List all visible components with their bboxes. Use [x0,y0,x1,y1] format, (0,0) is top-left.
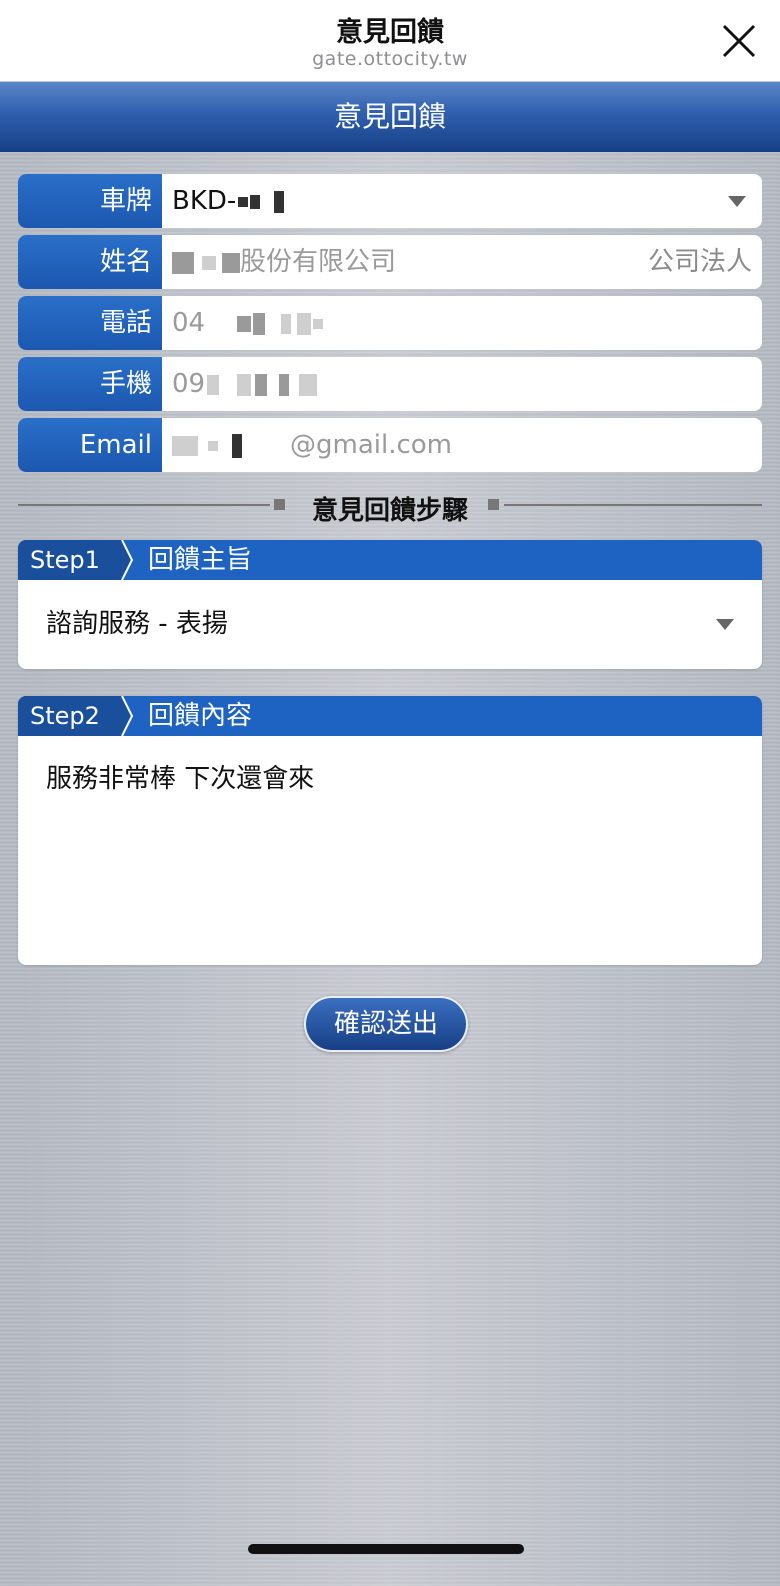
redacted-mosaic [299,373,318,396]
phone-row[interactable]: 電話 04 [18,296,762,350]
feedback-content: 服務非常棒 下次還會來 [46,764,315,794]
home-indicator[interactable] [248,1544,524,1554]
email-row[interactable]: Email @gmail.com [18,418,762,472]
redacted-mosaic [281,313,292,334]
subject-select[interactable]: 諮詢服務 - 表揚 [18,580,762,669]
mobile-field[interactable]: 09 [162,357,762,411]
dropdown-caret-icon [728,196,746,207]
phone-label: 電話 [18,296,162,350]
name-type-tag: 公司法人 [647,247,752,277]
mobile-row[interactable]: 手機 09 [18,357,762,411]
browser-url: gate.ottocity.tw [312,48,468,70]
close-icon[interactable] [720,22,758,60]
chevron-right-icon [114,696,134,736]
name-row[interactable]: 姓名 股份有限公司 公司法人 [18,235,762,289]
step2-header: Step2 回饋內容 [18,696,762,736]
redacted-mosaic [297,312,312,335]
redacted-mosaic [207,374,220,395]
step1-card: Step1 回饋主旨 諮詢服務 - 表揚 [18,540,762,669]
plate-value: BKD- [172,186,237,216]
redacted-mosaic [172,251,194,274]
name-value: 股份有限公司 [240,247,397,277]
plate-select[interactable]: BKD- [162,174,762,228]
phone-value: 04 [172,308,206,338]
redacted-mosaic [232,433,242,458]
redacted-mosaic [255,373,268,396]
redacted-mosaic [237,315,252,332]
mobile-value: 09 [172,369,206,399]
section-title: 意見回饋步驟 [311,496,468,526]
email-field[interactable]: @gmail.com [162,418,762,472]
name-field[interactable]: 股份有限公司 公司法人 [162,235,762,289]
redacted-mosaic [208,440,218,451]
dropdown-caret-icon [716,619,734,630]
step1-title: 回饋主旨 [148,545,253,575]
plate-row[interactable]: 車牌 BKD- [18,174,762,228]
phone-field[interactable]: 04 [162,296,762,350]
redacted-mosaic [202,255,216,270]
page-header-banner: 意見回饋 [0,82,780,152]
email-label: Email [18,418,162,472]
redacted-mosaic [279,373,290,396]
step1-badge: Step1 [18,540,114,580]
submit-button[interactable]: 確認送出 [304,996,468,1052]
step2-badge: Step2 [18,696,114,736]
redacted-mosaic [172,435,198,456]
step2-title: 回饋內容 [148,701,253,731]
browser-top-bar: 意見回饋 gate.ottocity.tw [0,0,780,82]
chevron-right-icon [114,540,134,580]
email-value: @gmail.com [290,430,453,460]
redacted-mosaic [253,312,266,335]
step2-card: Step2 回饋內容 服務非常棒 下次還會來 [18,696,762,965]
redacted-mosaic [222,252,240,273]
redacted-mosaic [238,196,249,207]
subject-value: 諮詢服務 - 表揚 [46,609,228,639]
mobile-label: 手機 [18,357,162,411]
redacted-mosaic [313,318,324,329]
browser-page-title: 意見回饋 [336,17,444,48]
redacted-mosaic [250,194,261,209]
redacted-mosaic [274,190,285,213]
name-label: 姓名 [18,235,162,289]
feedback-textarea[interactable]: 服務非常棒 下次還會來 [18,736,762,965]
plate-label: 車牌 [18,174,162,228]
step1-header: Step1 回饋主旨 [18,540,762,580]
redacted-mosaic [237,373,252,396]
section-divider: 意見回饋步驟 [18,492,762,526]
